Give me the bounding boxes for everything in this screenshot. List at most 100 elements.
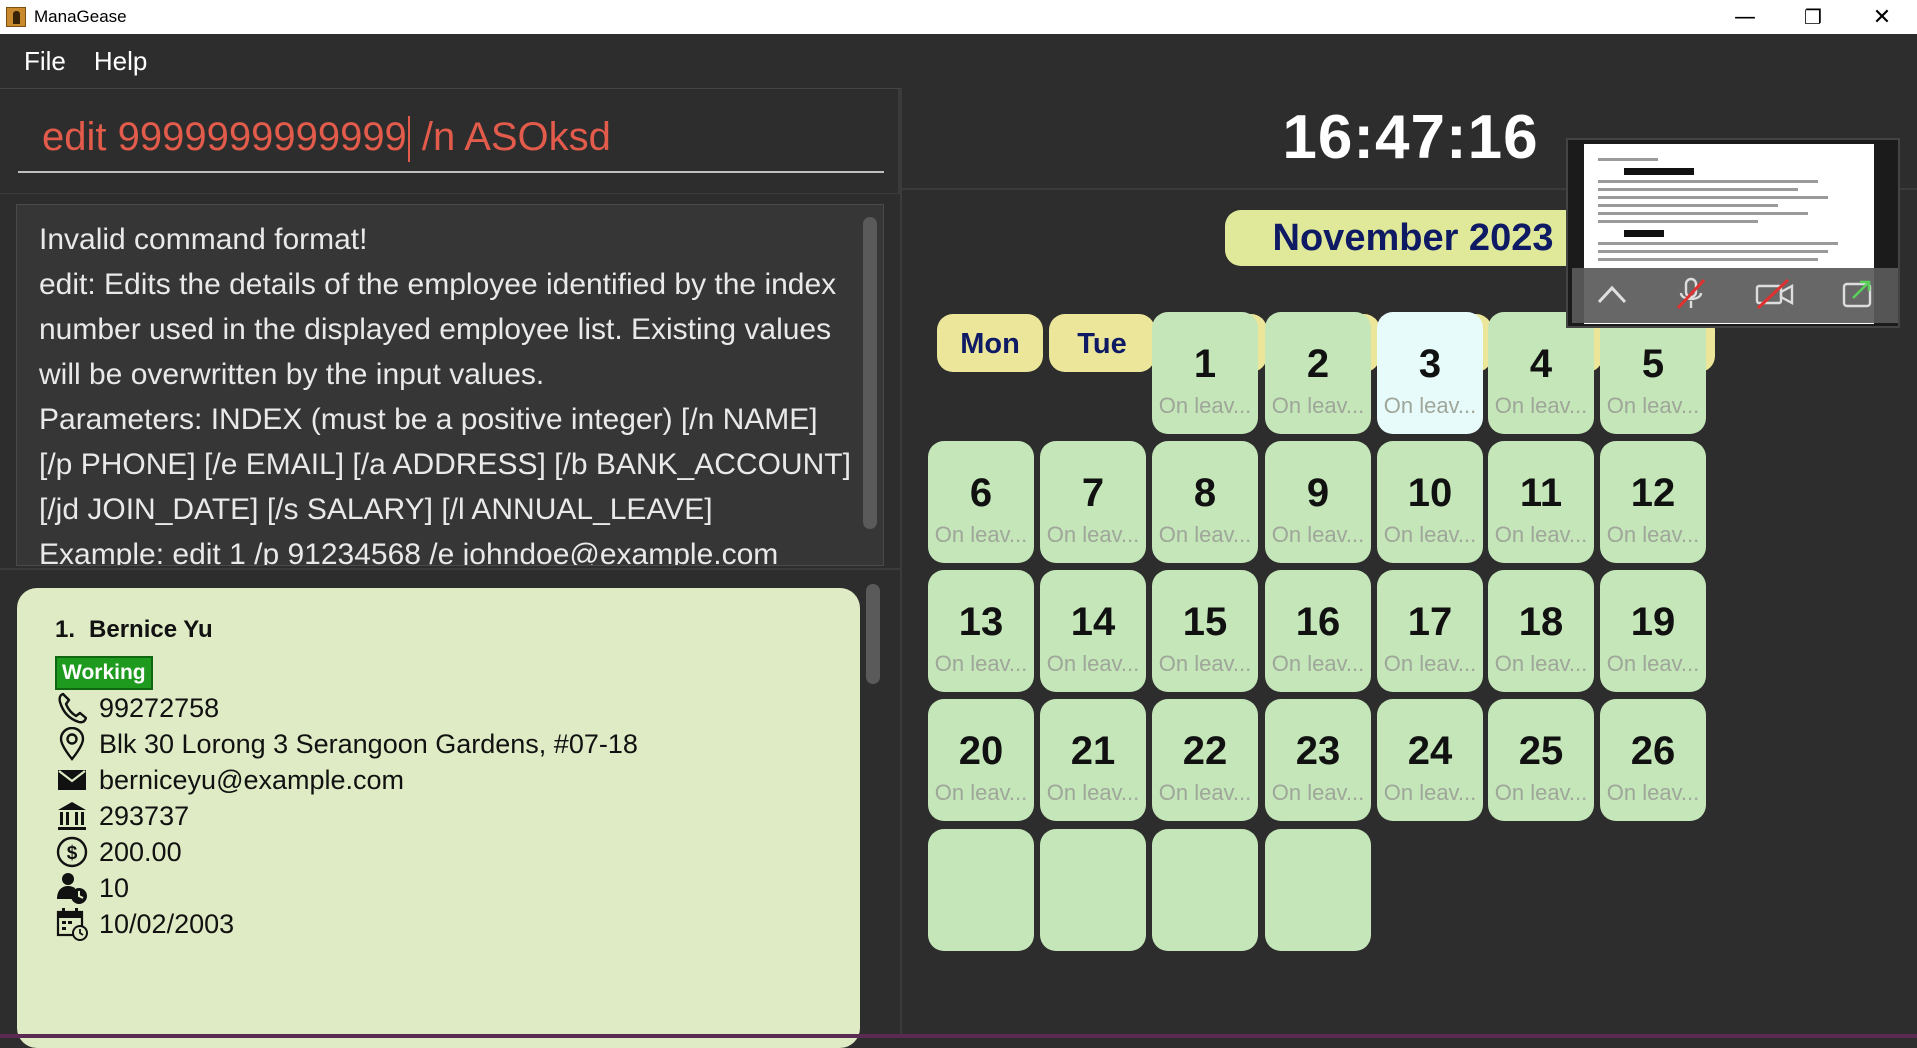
calendar-day-11[interactable]: 11 On leav... bbox=[1488, 441, 1594, 563]
restore-button[interactable]: ❐ bbox=[1778, 0, 1848, 34]
calendar-day-21[interactable]: 21 On leav... bbox=[1040, 699, 1146, 821]
calendar-day-6[interactable]: 6 On leav... bbox=[928, 441, 1034, 563]
day-leave-label: On leav... bbox=[1494, 393, 1588, 418]
command-text-after-cursor: /n ASOksd bbox=[410, 115, 611, 159]
camera-off-icon[interactable] bbox=[1754, 278, 1796, 314]
preview-line bbox=[1598, 158, 1658, 161]
day-number: 26 bbox=[1630, 729, 1676, 773]
employee-card[interactable]: 1. Bernice Yu Working 99272758 Blk 30 Lor… bbox=[17, 588, 860, 1048]
day-leave-label: On leav... bbox=[934, 780, 1028, 805]
command-box: edit 9999999999999 /n ASOksd bbox=[0, 89, 900, 194]
day-number: 25 bbox=[1518, 729, 1564, 773]
calendar-day-16[interactable]: 16 On leav... bbox=[1265, 570, 1371, 692]
day-leave-label: On leav... bbox=[1046, 522, 1140, 547]
day-number: 6 bbox=[969, 471, 993, 515]
calendar-day-partial[interactable] bbox=[928, 829, 1034, 951]
calendar-day-4[interactable]: 4 On leav... bbox=[1488, 312, 1594, 434]
calendar-day-1[interactable]: 1 On leav... bbox=[1152, 312, 1258, 434]
calendar-day-17[interactable]: 17 On leav... bbox=[1377, 570, 1483, 692]
day-leave-label: On leav... bbox=[934, 651, 1028, 676]
day-number: 11 bbox=[1519, 471, 1563, 515]
calendar-clock-icon bbox=[55, 907, 89, 941]
day-leave-label: On leav... bbox=[1158, 780, 1252, 805]
phone-icon bbox=[55, 691, 89, 725]
day-number: 12 bbox=[1630, 471, 1676, 515]
menu-bar: File Help bbox=[0, 34, 1917, 88]
microphone-muted-icon[interactable] bbox=[1674, 276, 1708, 316]
calendar-day-10[interactable]: 10 On leav... bbox=[1377, 441, 1483, 563]
preview-heading bbox=[1624, 230, 1664, 237]
calendar-day-22[interactable]: 22 On leav... bbox=[1152, 699, 1258, 821]
day-leave-label: On leav... bbox=[1158, 651, 1252, 676]
calendar-day-partial[interactable] bbox=[1040, 829, 1146, 951]
calendar-day-13[interactable]: 13 On leav... bbox=[928, 570, 1034, 692]
day-number: 2 bbox=[1306, 342, 1330, 386]
calendar-day-8[interactable]: 8 On leav... bbox=[1152, 441, 1258, 563]
calendar-day-25[interactable]: 25 On leav... bbox=[1488, 699, 1594, 821]
calendar-day-3[interactable]: 3 On leav... bbox=[1377, 312, 1483, 434]
day-leave-label: On leav... bbox=[1606, 393, 1700, 418]
calendar-day-partial[interactable] bbox=[1152, 829, 1258, 951]
day-leave-label: On leav... bbox=[1494, 780, 1588, 805]
calendar-day-14[interactable]: 14 On leav... bbox=[1040, 570, 1146, 692]
command-input[interactable]: edit 9999999999999 /n ASOksd bbox=[18, 107, 884, 173]
employee-list: 1. Bernice Yu Working 99272758 Blk 30 Lor… bbox=[0, 570, 900, 1048]
day-number: 4 bbox=[1529, 342, 1553, 386]
video-call-overlay[interactable] bbox=[1566, 138, 1900, 328]
day-leave-label: On leav... bbox=[934, 522, 1028, 547]
chevron-up-icon[interactable] bbox=[1595, 282, 1629, 310]
bank-account-value: 293737 bbox=[99, 800, 190, 831]
result-line: Invalid command format! bbox=[39, 223, 368, 256]
calendar-day-24[interactable]: 24 On leav... bbox=[1377, 699, 1483, 821]
day-leave-label: On leav... bbox=[1606, 780, 1700, 805]
day-number: 21 bbox=[1070, 729, 1116, 773]
day-number: 19 bbox=[1630, 600, 1676, 644]
email-value: berniceyu@example.com bbox=[99, 764, 405, 795]
day-leave-label: On leav... bbox=[1383, 780, 1477, 805]
calendar-day-26[interactable]: 26 On leav... bbox=[1600, 699, 1706, 821]
calendar-day-9[interactable]: 9 On leav... bbox=[1265, 441, 1371, 563]
annual-leave-row: 10 bbox=[55, 868, 129, 908]
calendar-day-12[interactable]: 12 On leav... bbox=[1600, 441, 1706, 563]
close-button[interactable]: ✕ bbox=[1847, 0, 1917, 34]
day-leave-label: On leav... bbox=[1383, 522, 1477, 547]
day-number: 10 bbox=[1407, 471, 1453, 515]
day-number: 23 bbox=[1295, 729, 1341, 773]
preview-line bbox=[1598, 188, 1798, 191]
calendar-day-5[interactable]: 5 On leav... bbox=[1600, 312, 1706, 434]
menu-file[interactable]: File bbox=[24, 46, 66, 77]
result-display[interactable]: Invalid command format! edit: Edits the … bbox=[16, 204, 884, 566]
join-date-row: 10/02/2003 bbox=[55, 904, 234, 944]
day-leave-label: On leav... bbox=[1158, 522, 1252, 547]
bank-icon bbox=[55, 799, 89, 833]
minimize-button[interactable]: — bbox=[1710, 0, 1780, 34]
calendar-day-7[interactable]: 7 On leav... bbox=[1040, 441, 1146, 563]
employee-name: 1. Bernice Yu bbox=[55, 616, 213, 644]
call-controls bbox=[1572, 268, 1898, 323]
list-scrollbar[interactable] bbox=[866, 584, 880, 684]
day-leave-label: On leav... bbox=[1271, 651, 1365, 676]
share-screen-icon[interactable] bbox=[1841, 278, 1875, 314]
calendar-day-23[interactable]: 23 On leav... bbox=[1265, 699, 1371, 821]
person-clock-icon bbox=[55, 871, 89, 905]
calendar-day-19[interactable]: 19 On leav... bbox=[1600, 570, 1706, 692]
menu-help[interactable]: Help bbox=[94, 46, 147, 77]
day-leave-label: On leav... bbox=[1606, 651, 1700, 676]
day-number: 14 bbox=[1070, 600, 1116, 644]
result-scrollbar[interactable] bbox=[863, 217, 877, 529]
result-line: Parameters: INDEX (must be a positive in… bbox=[39, 403, 851, 526]
calendar-day-partial[interactable] bbox=[1265, 829, 1371, 951]
dollar-coin-icon: $ bbox=[55, 835, 89, 869]
day-leave-label: On leav... bbox=[1271, 780, 1365, 805]
calendar-day-15[interactable]: 15 On leav... bbox=[1152, 570, 1258, 692]
preview-line bbox=[1598, 242, 1838, 245]
salary-row: $ 200.00 bbox=[55, 832, 182, 872]
day-number: 1 bbox=[1193, 342, 1217, 386]
calendar-day-2[interactable]: 2 On leav... bbox=[1265, 312, 1371, 434]
preview-line bbox=[1598, 204, 1778, 207]
day-number: 3 bbox=[1418, 342, 1442, 386]
day-leave-label: On leav... bbox=[1271, 393, 1365, 418]
calendar-day-18[interactable]: 18 On leav... bbox=[1488, 570, 1594, 692]
calendar-day-20[interactable]: 20 On leav... bbox=[928, 699, 1034, 821]
email-row: berniceyu@example.com bbox=[55, 760, 404, 800]
